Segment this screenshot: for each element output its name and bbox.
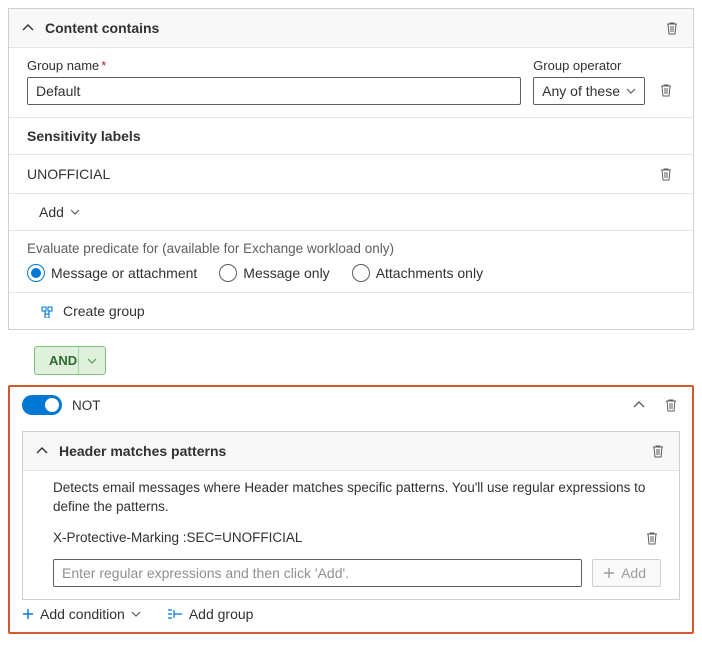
radio-label: Attachments only <box>376 265 483 281</box>
create-group-button[interactable]: Create group <box>9 293 693 329</box>
add-label-button[interactable]: Add <box>9 194 693 231</box>
sensitivity-labels-heading: Sensitivity labels <box>9 117 693 155</box>
group-operator-value: Any of these <box>542 83 620 99</box>
chevron-up-icon <box>21 21 35 35</box>
create-group-label: Create group <box>63 303 145 319</box>
header-matches-card: Header matches patterns Detects email me… <box>22 431 680 600</box>
delete-not-icon[interactable] <box>662 396 680 414</box>
plus-icon <box>22 608 34 620</box>
logical-operator-select[interactable]: AND <box>34 346 106 375</box>
delete-group-icon[interactable] <box>657 81 675 99</box>
not-toggle[interactable] <box>22 395 62 415</box>
group-body: Group name* Group operator Any of these <box>9 48 693 117</box>
pattern-input[interactable] <box>53 559 582 587</box>
separator <box>78 347 79 374</box>
add-group-label: Add group <box>189 606 254 622</box>
radio-message-only[interactable]: Message only <box>219 264 329 282</box>
chevron-down-icon <box>131 609 141 619</box>
sensitivity-label-item: UNOFFICIAL <box>9 155 693 194</box>
delete-icon[interactable] <box>649 442 667 460</box>
header-matches-description: Detects email messages where Header matc… <box>23 471 679 525</box>
radio-label: Message or attachment <box>51 265 197 281</box>
group-icon <box>167 608 183 620</box>
content-contains-title: Content contains <box>45 20 663 36</box>
radio-label: Message only <box>243 265 329 281</box>
delete-pattern-icon[interactable] <box>643 529 661 547</box>
add-pattern-button[interactable]: Add <box>592 559 661 587</box>
delete-label-icon[interactable] <box>657 165 675 183</box>
delete-icon[interactable] <box>663 19 681 37</box>
create-group-icon <box>39 304 55 318</box>
header-matches-header[interactable]: Header matches patterns <box>23 432 679 471</box>
plus-icon <box>603 567 615 579</box>
group-name-label: Group name* <box>27 58 521 73</box>
pattern-item: X-Protective-Marking :SEC=UNOFFICIAL <box>23 525 679 551</box>
radio-dot-icon <box>352 264 370 282</box>
sensitivity-label-text: UNOFFICIAL <box>27 166 657 182</box>
group-operator-select[interactable]: Any of these <box>533 77 645 105</box>
add-button-label: Add <box>621 565 646 581</box>
chevron-down-icon <box>87 356 97 366</box>
chevron-down-icon <box>70 207 80 217</box>
header-matches-title: Header matches patterns <box>59 443 649 459</box>
add-pattern-row: Add <box>23 551 679 599</box>
radio-dot-icon <box>219 264 237 282</box>
evaluate-block: Evaluate predicate for (available for Ex… <box>9 231 693 293</box>
evaluate-radio-group: Message or attachment Message only Attac… <box>27 264 675 282</box>
toggle-knob <box>45 398 59 412</box>
content-contains-card: Content contains Group name* Group opera… <box>8 8 694 330</box>
chevron-up-icon[interactable] <box>630 396 648 414</box>
footer-actions: Add condition Add group <box>10 600 692 622</box>
not-header: NOT <box>10 387 692 423</box>
add-group-button[interactable]: Add group <box>167 606 254 622</box>
add-condition-button[interactable]: Add condition <box>22 606 141 622</box>
radio-message-or-attachment[interactable]: Message or attachment <box>27 264 197 282</box>
evaluate-hint: Evaluate predicate for (available for Ex… <box>27 241 675 256</box>
operator-value: AND <box>49 353 77 368</box>
radio-dot-icon <box>27 264 45 282</box>
group-name-input[interactable] <box>27 77 521 105</box>
content-contains-header[interactable]: Content contains <box>9 9 693 48</box>
required-asterisk: * <box>101 58 106 73</box>
add-label-text: Add <box>39 204 64 220</box>
pattern-text: X-Protective-Marking :SEC=UNOFFICIAL <box>53 530 633 545</box>
add-condition-label: Add condition <box>40 606 125 622</box>
not-label: NOT <box>72 398 620 413</box>
radio-attachments-only[interactable]: Attachments only <box>352 264 483 282</box>
chevron-up-icon <box>35 444 49 458</box>
not-condition-panel: NOT Header matches patterns Detects emai… <box>8 385 694 634</box>
group-operator-label: Group operator <box>533 58 645 73</box>
